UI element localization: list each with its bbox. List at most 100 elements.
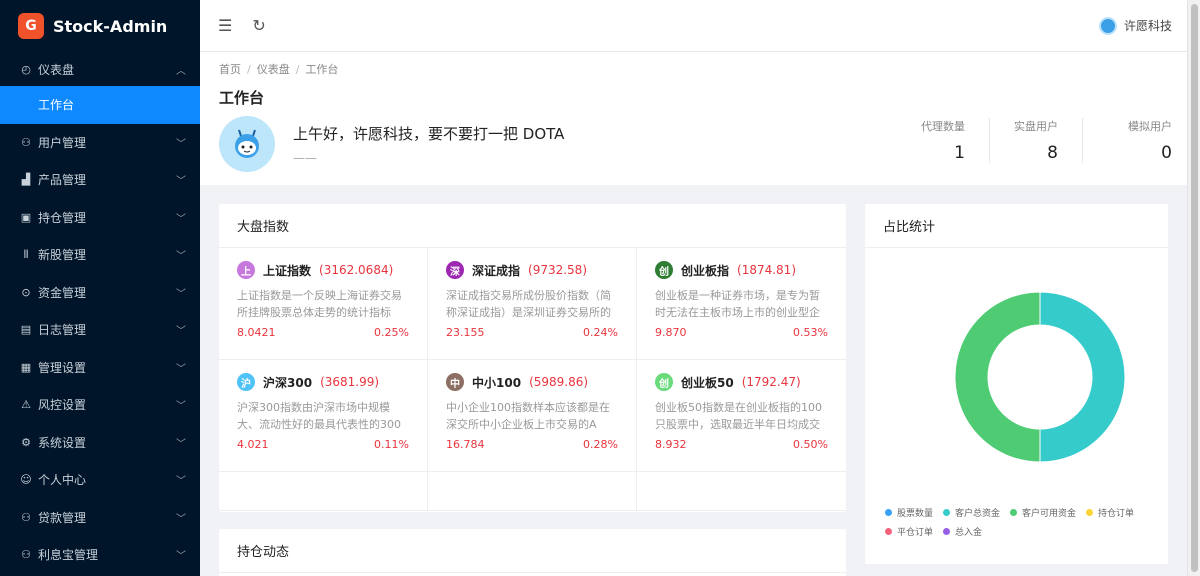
legend-dot-icon xyxy=(885,509,892,516)
sidebar-item-5[interactable]: ▤ 日志管理 ﹀ xyxy=(0,311,200,349)
user-menu[interactable]: 许愿科技 xyxy=(1098,16,1172,35)
page-scrollbar[interactable] xyxy=(1187,0,1200,576)
sidebar-item-label: 风控设置 xyxy=(38,398,87,413)
index-badge-icon: 创 xyxy=(655,373,673,391)
index-value: (1792.47) xyxy=(741,375,801,389)
sidebar-item-9[interactable]: ☺ 个人中心 ﹀ xyxy=(0,461,200,499)
index-cell[interactable]: 上上证指数 (3162.0684) 上证指数是一个反映上海证券交易所挂牌股票总体走势… xyxy=(219,248,428,360)
sidebar-item-6[interactable]: ▦ 管理设置 ﹀ xyxy=(0,349,200,387)
sidebar-item-dashboard[interactable]: ◴ 仪表盘 ︿ xyxy=(0,52,200,86)
refresh-icon[interactable]: ↻ xyxy=(252,16,265,35)
chevron-down-icon: ﹀ xyxy=(176,551,186,563)
legend-label: 客户总资金 xyxy=(955,509,1001,519)
chevron-down-icon: ﹀ xyxy=(176,363,186,375)
index-change-percent: 0.50% xyxy=(793,438,828,451)
avatar xyxy=(219,116,275,172)
menu-fold-icon[interactable]: ☰ xyxy=(218,16,232,35)
index-name: 沪深300 xyxy=(263,375,313,390)
breadcrumb-dashboard[interactable]: 仪表盘 xyxy=(257,63,290,76)
sidebar-item-8[interactable]: ⚙ 系统设置 ﹀ xyxy=(0,424,200,462)
sidebar-item-workspace[interactable]: 工作台 xyxy=(0,86,200,124)
stat-value: 1 xyxy=(954,143,965,163)
legend-item[interactable]: 平仓订单 xyxy=(885,525,933,538)
index-badge-icon: 上 xyxy=(237,261,255,279)
chevron-down-icon: ﹀ xyxy=(176,288,186,300)
legend-dot-icon xyxy=(1010,509,1018,516)
donut-slice-0[interactable] xyxy=(1039,291,1126,463)
index-badge-icon: 沪 xyxy=(237,373,255,391)
legend-label: 总入金 xyxy=(955,528,983,538)
index-change-amount: 8.932 xyxy=(655,438,687,451)
index-cell[interactable]: 创创业板50 (1792.47) 创业板50指数是在创业板指的100只股票中，选取最… xyxy=(637,360,846,472)
sidebar-item-4[interactable]: ⊙ 资金管理 ﹀ xyxy=(0,274,200,312)
legend-dot-icon xyxy=(885,528,892,535)
index-badge-icon: 创 xyxy=(655,261,673,279)
legend-item[interactable]: 客户总资金 xyxy=(943,506,1000,519)
index-change-amount: 16.784 xyxy=(446,438,485,451)
sidebar-item-1[interactable]: ▟ 产品管理 ﹀ xyxy=(0,161,200,199)
index-change-amount: 9.870 xyxy=(655,326,687,339)
legend-item[interactable]: 股票数量 xyxy=(885,506,933,519)
breadcrumb-home[interactable]: 首页 xyxy=(219,63,241,76)
legend-item[interactable]: 持仓订单 xyxy=(1086,506,1134,519)
index-description: 上证指数是一个反映上海证券交易所挂牌股票总体走势的统计指标 xyxy=(237,289,402,319)
index-badge-icon: 中 xyxy=(446,373,464,391)
stat-sim-users: 模拟用户 0 xyxy=(1082,118,1172,163)
sidebar-item-label: 资金管理 xyxy=(38,285,87,300)
position-icon: ▣ xyxy=(20,210,32,224)
index-name: 创业板50 xyxy=(681,375,734,390)
donut-slice-1[interactable] xyxy=(954,291,1041,463)
chevron-down-icon: ﹀ xyxy=(176,401,186,413)
sidebar: G Stock-Admin ◴ 仪表盘 ︿ 工作台 ⚇ 用户管理 ﹀ ▟ 产品管理 ﹀ ▣ 持… xyxy=(0,0,200,576)
legend-dot-icon xyxy=(943,509,951,516)
sidebar-item-7[interactable]: ⚠ 风控设置 ﹀ xyxy=(0,386,200,424)
sidebar-item-label: 产品管理 xyxy=(38,173,87,188)
users-icon: ⚇ xyxy=(21,135,31,149)
index-change-percent: 0.53% xyxy=(793,326,828,339)
chevron-down-icon: ﹀ xyxy=(176,513,186,525)
sidebar-item-2[interactable]: ▣ 持仓管理 ﹀ xyxy=(0,199,200,237)
index-change-percent: 0.24% xyxy=(583,326,618,339)
index-description: 深证成指交易所成份股价指数（简称深证成指）是深圳证券交易所的 xyxy=(446,289,611,319)
chevron-down-icon: ﹀ xyxy=(176,251,186,263)
brand-name: Stock-Admin xyxy=(53,16,168,36)
legend-item[interactable]: 客户可用资金 xyxy=(1010,506,1076,519)
legend-item[interactable]: 总入金 xyxy=(943,525,982,538)
scroll-thumb[interactable] xyxy=(1191,4,1198,572)
welcome-subtitle: —— xyxy=(293,151,317,165)
stat-real-users: 实盘用户 8 xyxy=(989,118,1082,163)
donut-svg xyxy=(954,291,1126,463)
sidebar-item-0[interactable]: ⚇ 用户管理 ﹀ xyxy=(0,124,200,162)
chevron-down-icon: ﹀ xyxy=(176,176,186,188)
sidebar-item-11[interactable]: ⚇ 利息宝管理 ﹀ xyxy=(0,536,200,574)
sidebar-item-label: 系统设置 xyxy=(38,435,87,450)
settings-grid-icon: ▦ xyxy=(20,360,32,374)
chevron-down-icon: ﹀ xyxy=(176,476,186,488)
interest-icon: ⚇ xyxy=(21,548,31,562)
index-value: (3681.99) xyxy=(320,375,380,389)
donut-chart xyxy=(954,291,1126,466)
robot-avatar-icon xyxy=(235,129,259,158)
breadcrumb: 首页 / 仪表盘 / 工作台 xyxy=(219,63,339,76)
stat-label: 代理数量 xyxy=(921,120,965,133)
index-cell[interactable]: 中中小100 (5989.86) 中小企业100指数样本应该都是在深交所中小企业板上… xyxy=(428,360,637,472)
index-change-percent: 0.25% xyxy=(374,326,409,339)
sidebar-item-10[interactable]: ⚇ 贷款管理 ﹀ xyxy=(0,499,200,537)
dashboard-icon: ◴ xyxy=(21,62,31,76)
stat-label: 实盘用户 xyxy=(1014,120,1058,133)
index-change-percent: 0.28% xyxy=(583,438,618,451)
brand[interactable]: G Stock-Admin xyxy=(0,0,200,52)
index-cell[interactable]: 沪沪深300 (3681.99) 沪深300指数由沪深市场中规模大、流动性好的最具代… xyxy=(219,360,428,472)
index-value: (1874.81) xyxy=(737,263,797,277)
index-cell[interactable]: 深深证成指 (9732.58) 深证成指交易所成份股价指数（简称深证成指）是深圳证券… xyxy=(428,248,637,360)
chart-legend: 股票数量 客户总资金 客户可用资金 持仓订单平仓订单 总入金 xyxy=(885,506,1170,544)
money-icon: ⊙ xyxy=(21,285,31,299)
sidebar-item-3[interactable]: ⦀ 新股管理 ﹀ xyxy=(0,236,200,274)
sidebar-item-label: 仪表盘 xyxy=(38,62,75,77)
index-description: 沪深300指数由沪深市场中规模大、流动性好的最具代表性的300只证券 xyxy=(237,401,401,431)
index-description: 中小企业100指数样本应该都是在深交所中小企业板上市交易的A股。 xyxy=(446,401,610,431)
card-title: 占比统计 xyxy=(865,204,1168,248)
legend-label: 平仓订单 xyxy=(897,528,934,538)
index-cell[interactable]: 创创业板指 (1874.81) 创业板是一种证券市场，是专为暂时无法在主板市场上市的… xyxy=(637,248,846,360)
legend-label: 股票数量 xyxy=(897,509,934,519)
